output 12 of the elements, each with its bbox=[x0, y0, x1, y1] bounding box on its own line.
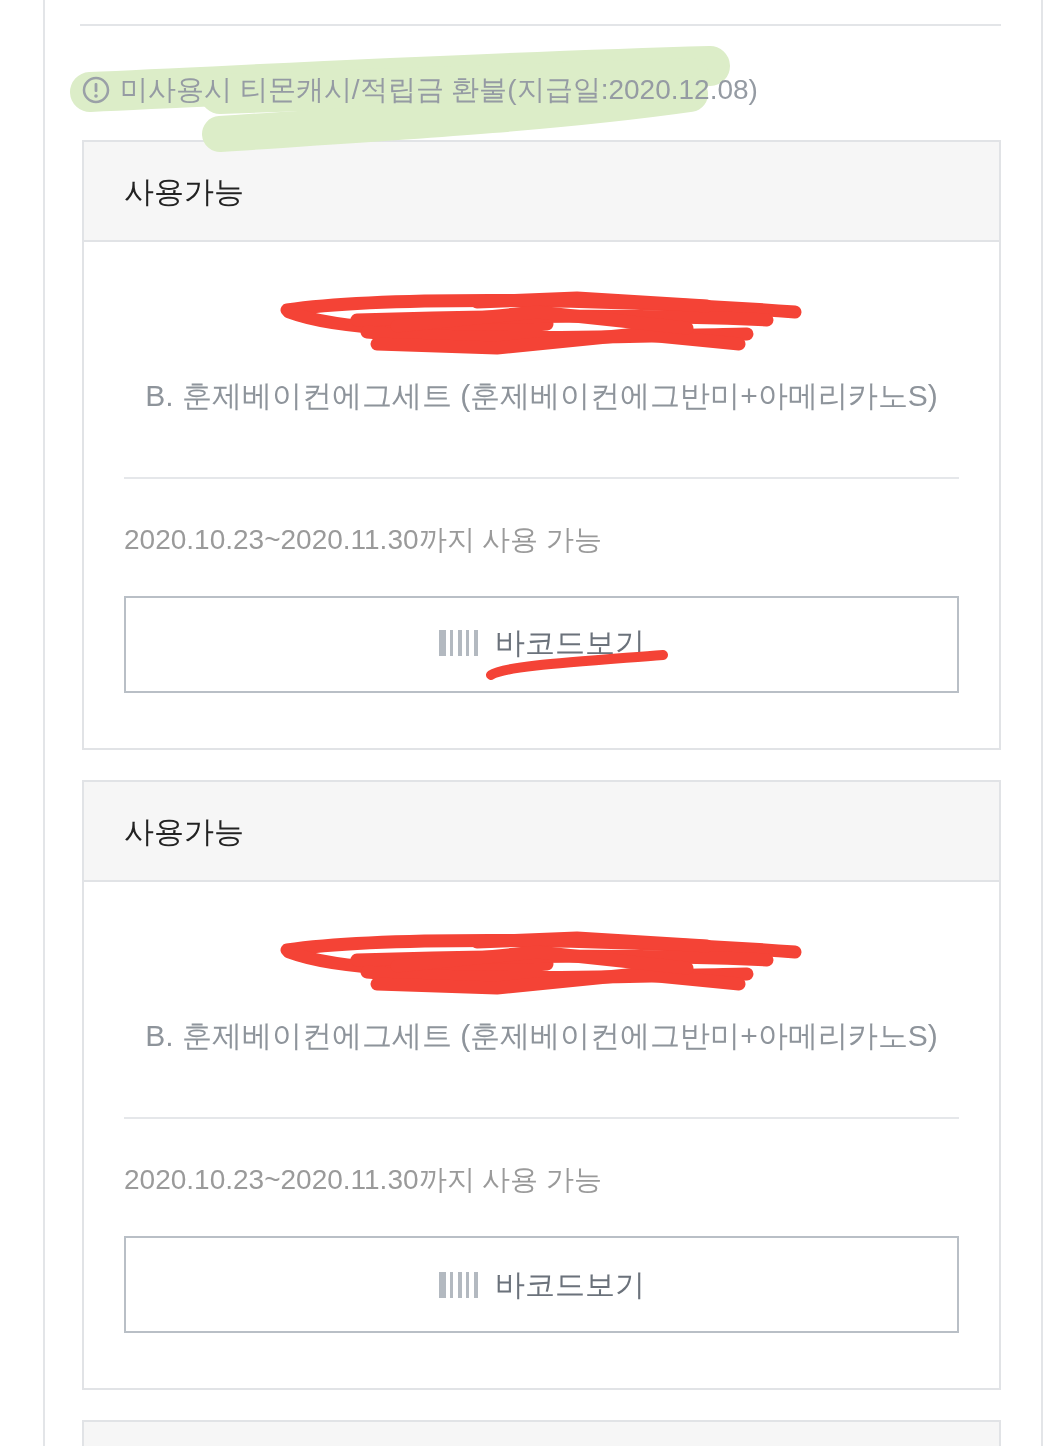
status-label: 사용가능 bbox=[124, 173, 244, 210]
barcode-icon bbox=[438, 629, 481, 656]
barcode-button[interactable]: 바코드보기 bbox=[124, 1236, 959, 1333]
product-name: B. 훈제베이컨에그세트 (훈제베이컨에그반미+아메리카노S) bbox=[145, 378, 938, 414]
status-label: 사용가능 bbox=[124, 813, 244, 850]
refund-notice: 미사용시 티몬캐시/적립금 환불(지급일:2020.12.08) bbox=[120, 73, 758, 107]
barcode-icon bbox=[438, 1271, 481, 1298]
product-name: B. 훈제베이컨에그세트 (훈제베이컨에그반미+아메리카노S) bbox=[145, 1018, 938, 1054]
validity-period: 2020.10.23~2020.11.30까지 사용 가능 bbox=[124, 524, 603, 555]
info-icon bbox=[82, 76, 110, 104]
barcode-button[interactable]: 바코드보기 bbox=[124, 596, 959, 693]
validity-period: 2020.10.23~2020.11.30까지 사용 가능 bbox=[124, 1164, 603, 1195]
